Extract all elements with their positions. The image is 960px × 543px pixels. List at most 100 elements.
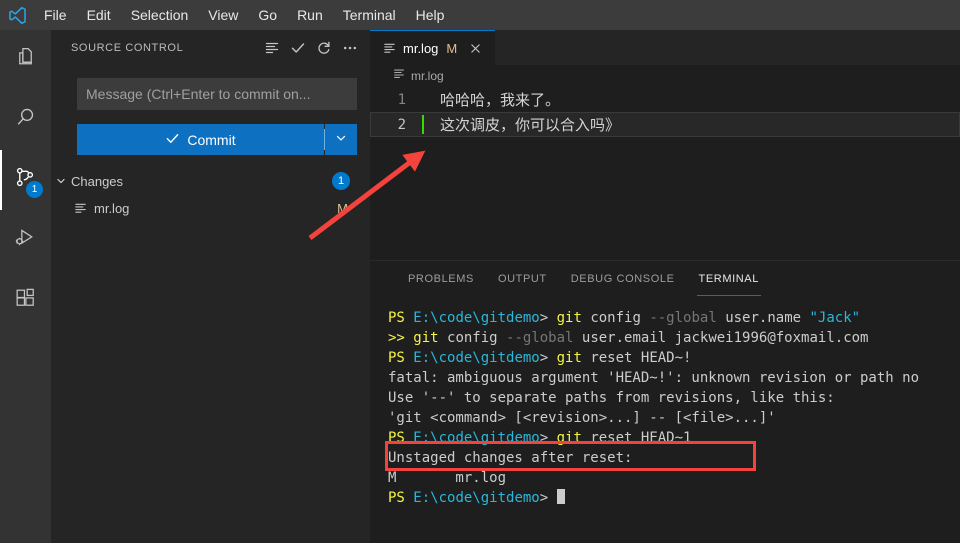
editor-tab-dirty-indicator: M [446,40,458,56]
changes-group-label: Changes [71,173,124,189]
terminal-text: PS [388,310,414,326]
activity-item-explorer[interactable] [0,30,51,90]
menu-item-go[interactable]: Go [248,0,287,30]
terminal-text: user.name [716,310,810,326]
file-log-icon [69,201,91,216]
editor-tab-mr-log[interactable]: mr.log M [370,30,496,65]
commit-button-group: Commit [77,124,357,155]
sidebar-header: SOURCE CONTROL [51,30,370,65]
editor-area: mr.log M mr.log 1 哈哈哈，我来了。 2 这次调皮，你可以合入吗… [370,30,960,260]
check-icon [165,131,180,149]
menu-item-terminal[interactable]: Terminal [333,0,406,30]
terminal-text: --global [506,330,574,346]
terminal-text: PS [388,490,414,506]
menu-item-help[interactable]: Help [406,0,455,30]
changes-count-badge: 1 [332,172,350,190]
more-actions-icon[interactable] [338,36,362,60]
view-as-list-icon[interactable] [260,36,284,60]
terminal-line-9: M mr.log [388,468,960,488]
terminal-text: reset HEAD~! [581,350,692,366]
activity-item-source-control[interactable]: 1 [0,150,51,210]
terminal-text: --global [649,310,717,326]
editor-tab-label: mr.log [403,40,439,56]
panel-tab-bar: PROBLEMS OUTPUT DEBUG CONSOLE TERMINAL [370,261,960,296]
sidebar-actions [260,36,362,60]
terminal-line-1: PS E:\code\gitdemo> git config --global … [388,308,960,328]
terminal-text: M mr.log [388,470,507,486]
terminal-text: E:\code\gitdemo [413,430,540,446]
terminal-line-7: PS E:\code\gitdemo> git reset HEAD~1 [388,428,960,448]
panel-tab-terminal[interactable]: TERMINAL [687,261,771,296]
commit-button-label: Commit [187,131,236,148]
editor-code-content[interactable]: 1 哈哈哈，我来了。 2 这次调皮，你可以合入吗》 [370,87,960,137]
terminal-text: 'git <command> [<revision>...] -- [<file… [388,410,776,426]
terminal-text: git [556,350,582,366]
terminal-text: Use '--' to separate paths from revision… [388,390,835,406]
terminal-text: fatal: ambiguous argument 'HEAD~!': unkn… [388,370,920,386]
terminal-text: user.email jackwei1996@foxmail.com [573,330,869,346]
terminal-text: git [556,310,582,326]
terminal-text: config [581,310,650,326]
changed-file-name: mr.log [94,200,130,216]
chevron-down-icon [334,131,348,148]
line-text: 这次调皮，你可以合入吗》 [440,116,621,134]
terminal-line-5: Use '--' to separate paths from revision… [388,388,960,408]
extensions-icon [13,285,38,315]
panel-tab-output[interactable]: OUTPUT [486,261,559,296]
chevron-down-icon [51,174,71,188]
editor-line-1[interactable]: 1 哈哈哈，我来了。 [370,87,960,112]
sidebar-title: SOURCE CONTROL [71,41,184,54]
terminal-text: PS [388,350,414,366]
editor-line-2[interactable]: 2 这次调皮，你可以合入吗》 [370,112,960,137]
menu-item-edit[interactable]: Edit [77,0,121,30]
source-control-badge: 1 [26,181,43,198]
terminal-output[interactable]: PS E:\code\gitdemo> git config --global … [370,308,960,543]
terminal-line-6: 'git <command> [<revision>...] -- [<file… [388,408,960,428]
search-icon [13,105,38,135]
text-cursor [422,115,424,134]
file-log-icon [392,67,406,86]
line-number: 1 [397,91,406,108]
breadcrumb[interactable]: mr.log [370,65,960,87]
menu-item-file[interactable]: File [34,0,77,30]
commit-message-input[interactable] [77,78,357,110]
activity-item-extensions[interactable] [0,270,51,330]
changed-file-status: M [337,200,348,216]
editor-tab-bar: mr.log M [370,30,960,65]
source-control-sidebar: SOURCE CONTROL [51,30,370,543]
activity-item-search[interactable] [0,90,51,150]
terminal-line-10: PS E:\code\gitdemo> [388,488,960,508]
check-icon[interactable] [286,36,310,60]
commit-button[interactable]: Commit [77,124,324,155]
terminal-text: E:\code\gitdemo [413,310,540,326]
terminal-text: config [438,330,507,346]
terminal-text: > [539,430,557,446]
activity-item-run-and-debug[interactable] [0,210,51,270]
changes-group-header[interactable]: Changes 1 [51,170,370,192]
changed-file-row-mr-log[interactable]: mr.log M [51,197,370,219]
file-log-icon [382,41,397,56]
terminal-line-8: Unstaged changes after reset: [388,448,960,468]
menu-bar: File Edit Selection View Go Run Terminal Help [0,0,960,30]
terminal-text: git [556,430,582,446]
terminal-text: > [539,310,557,326]
menu-item-run[interactable]: Run [287,0,333,30]
menu-item-selection[interactable]: Selection [121,0,199,30]
vscode-logo-icon [0,0,34,30]
terminal-text: reset HEAD~1 [581,430,692,446]
refresh-icon[interactable] [312,36,336,60]
close-icon[interactable] [465,38,485,58]
files-icon [13,45,38,75]
panel-tab-debug-console[interactable]: DEBUG CONSOLE [559,261,687,296]
commit-dropdown-button[interactable] [325,124,357,155]
terminal-text: >> [388,330,414,346]
menu-item-view[interactable]: View [198,0,248,30]
run-debug-icon [13,225,38,255]
panel-tab-problems[interactable]: PROBLEMS [396,261,486,296]
vscode-window: File Edit Selection View Go Run Terminal Help [0,0,960,543]
breadcrumb-label: mr.log [411,69,444,83]
terminal-cursor [556,489,565,504]
terminal-text: E:\code\gitdemo [413,490,540,506]
line-text: 哈哈哈，我来了。 [440,91,561,109]
terminal-text: PS [388,430,414,446]
